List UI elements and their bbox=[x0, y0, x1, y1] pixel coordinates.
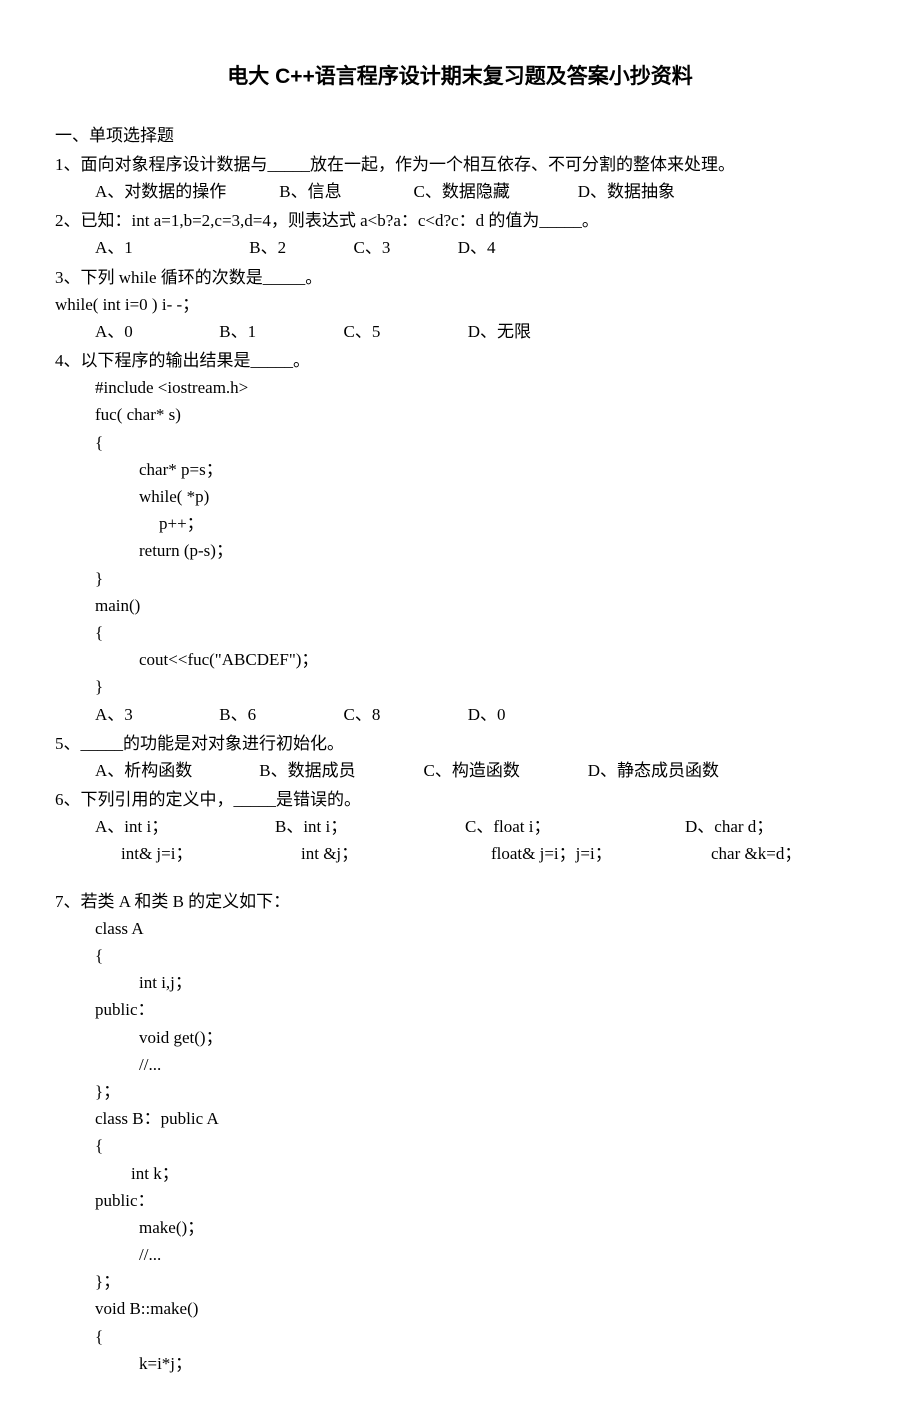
question-text: 2、已知：int a=1,b=2,c=3,d=4，则表达式 a<b?a：c<d?… bbox=[55, 207, 865, 234]
option-c: C、数据隐藏 bbox=[414, 178, 574, 205]
question-text: 5、_____的功能是对对象进行初始化。 bbox=[55, 730, 865, 757]
option-b: B、数据成员 bbox=[259, 757, 419, 784]
question-4: 4、以下程序的输出结果是_____。 #include <iostream.h>… bbox=[55, 347, 865, 728]
code-line: p++； bbox=[95, 510, 865, 537]
option-c: C、3 bbox=[354, 234, 454, 261]
option-a: A、0 bbox=[95, 318, 215, 345]
code-line: //... bbox=[95, 1241, 865, 1268]
option-d: D、静态成员函数 bbox=[588, 757, 738, 784]
question-7: 7、若类 A 和类 B 的定义如下： class A { int i,j； pu… bbox=[55, 888, 865, 1377]
code-line: return (p-s)； bbox=[95, 537, 865, 564]
option-c-line1: C、float i； bbox=[465, 813, 645, 840]
code-line: { bbox=[95, 1132, 865, 1159]
code-line: #include <iostream.h> bbox=[95, 374, 865, 401]
option-d-line1: D、char d； bbox=[685, 813, 801, 840]
code-line: k=i*j； bbox=[95, 1350, 865, 1377]
page-title: 电大 C++语言程序设计期末复习题及答案小抄资料 bbox=[55, 60, 865, 94]
code-line: while( *p) bbox=[95, 483, 865, 510]
option-d: D、4 bbox=[458, 234, 608, 261]
option-c: C、构造函数 bbox=[424, 757, 584, 784]
code-line: cout<<fuc("ABCDEF")； bbox=[95, 646, 865, 673]
option-a-line1: A、int i； bbox=[95, 813, 235, 840]
option-b: B、6 bbox=[219, 701, 339, 728]
option-c-line2: float& j=i；j=i； bbox=[465, 840, 645, 867]
code-line: while( int i=0 ) i- -； bbox=[55, 291, 865, 318]
question-text: 6、下列引用的定义中，_____是错误的。 bbox=[55, 786, 865, 813]
option-b: B、1 bbox=[219, 318, 339, 345]
code-line: } bbox=[95, 565, 865, 592]
code-line: //... bbox=[95, 1051, 865, 1078]
code-line: main() bbox=[95, 592, 865, 619]
question-text: 3、下列 while 循环的次数是_____。 bbox=[55, 264, 865, 291]
question-text: 4、以下程序的输出结果是_____。 bbox=[55, 347, 865, 374]
question-text: 7、若类 A 和类 B 的定义如下： bbox=[55, 888, 865, 915]
code-line: int k； bbox=[95, 1160, 865, 1187]
option-d-line2: char &k=d； bbox=[685, 840, 801, 867]
code-line: class A bbox=[95, 915, 865, 942]
option-a: A、析构函数 bbox=[95, 757, 255, 784]
code-line: { bbox=[95, 429, 865, 456]
option-d: D、无限 bbox=[468, 318, 618, 345]
code-line: int i,j； bbox=[95, 969, 865, 996]
code-line: }； bbox=[95, 1078, 865, 1105]
option-d: D、数据抽象 bbox=[578, 178, 728, 205]
option-b: B、信息 bbox=[279, 178, 409, 205]
code-block: #include <iostream.h> fuc( char* s) { ch… bbox=[55, 374, 865, 700]
option-a: A、对数据的操作 bbox=[95, 178, 275, 205]
option-c: C、5 bbox=[344, 318, 464, 345]
code-line: public： bbox=[95, 996, 865, 1023]
option-a-line2: int& j=i； bbox=[95, 840, 235, 867]
option-b-line1: B、int i； bbox=[275, 813, 425, 840]
option-a: A、1 bbox=[95, 234, 245, 261]
code-line: void B::make() bbox=[95, 1295, 865, 1322]
option-b-line2: int &j； bbox=[275, 840, 425, 867]
question-text: 1、面向对象程序设计数据与_____放在一起，作为一个相互依存、不可分割的整体来… bbox=[55, 151, 865, 178]
code-line: { bbox=[95, 942, 865, 969]
code-line: public： bbox=[95, 1187, 865, 1214]
option-d: D、0 bbox=[468, 701, 618, 728]
question-2: 2、已知：int a=1,b=2,c=3,d=4，则表达式 a<b?a：c<d?… bbox=[55, 207, 865, 261]
code-line: { bbox=[95, 619, 865, 646]
option-b: B、2 bbox=[249, 234, 349, 261]
code-line: } bbox=[95, 673, 865, 700]
code-line: { bbox=[95, 1323, 865, 1350]
question-6: 6、下列引用的定义中，_____是错误的。 A、int i； int& j=i；… bbox=[55, 786, 865, 868]
question-3: 3、下列 while 循环的次数是_____。 while( int i=0 )… bbox=[55, 264, 865, 346]
code-block: class A { int i,j； public： void get()； /… bbox=[55, 915, 865, 1377]
code-line: void get()； bbox=[95, 1024, 865, 1051]
option-a: A、3 bbox=[95, 701, 215, 728]
section-heading: 一、单项选择题 bbox=[55, 122, 865, 149]
question-1: 1、面向对象程序设计数据与_____放在一起，作为一个相互依存、不可分割的整体来… bbox=[55, 151, 865, 205]
question-5: 5、_____的功能是对对象进行初始化。 A、析构函数 B、数据成员 C、构造函… bbox=[55, 730, 865, 784]
code-line: fuc( char* s) bbox=[95, 401, 865, 428]
code-line: char* p=s； bbox=[95, 456, 865, 483]
code-line: class B：public A bbox=[95, 1105, 865, 1132]
code-line: }； bbox=[95, 1268, 865, 1295]
option-c: C、8 bbox=[344, 701, 464, 728]
code-line: make()； bbox=[95, 1214, 865, 1241]
